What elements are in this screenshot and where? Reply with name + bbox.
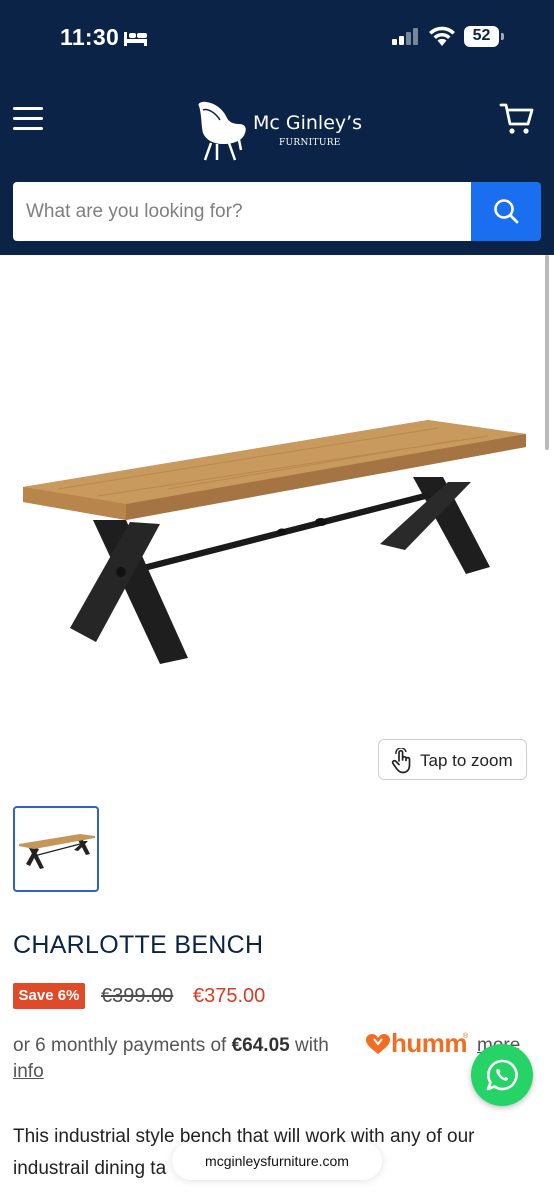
installments-with: with	[295, 1035, 329, 1056]
search-icon	[494, 199, 519, 224]
tap-to-zoom-button[interactable]: Tap to zoom	[378, 739, 527, 780]
logo-subtitle: FURNITURE	[279, 138, 341, 148]
more-info-link[interactable]: info	[13, 1061, 44, 1083]
status-time: 11:30	[60, 24, 120, 50]
search-button[interactable]	[471, 182, 541, 241]
chair-logo-icon	[198, 101, 246, 161]
menu-icon[interactable]	[13, 106, 43, 132]
cellular-signal-icon	[392, 28, 418, 45]
humm-trademark: ®	[463, 1033, 469, 1040]
battery-level: 52	[472, 27, 491, 44]
logo-name: Mc Ginley’s	[253, 112, 363, 134]
original-price: €399.00	[101, 985, 174, 1007]
touch-hand-icon	[391, 748, 411, 774]
installment-amount: €64.05	[231, 1035, 290, 1056]
whatsapp-chat-button[interactable]	[471, 1044, 533, 1106]
battery-icon: 52	[464, 26, 504, 47]
sale-price: €375.00	[193, 985, 266, 1007]
product-image[interactable]	[18, 392, 530, 672]
humm-heart-icon	[366, 1034, 390, 1054]
search-input[interactable]	[13, 182, 471, 241]
browser-url-bar[interactable]: mcginleysfurniture.com	[172, 1142, 382, 1180]
site-header: 11:30 52 Mc Ginley’s FURNITURE What are …	[0, 0, 554, 255]
product-thumbnail[interactable]	[13, 806, 99, 892]
bed-icon	[124, 32, 147, 46]
thumbnail-image	[19, 834, 95, 869]
browser-url: mcginleysfurniture.com	[205, 1153, 349, 1169]
humm-wordmark: humm	[391, 1028, 468, 1058]
whatsapp-icon	[486, 1059, 518, 1091]
cart-icon[interactable]	[499, 102, 535, 136]
tap-to-zoom-label: Tap to zoom	[420, 751, 513, 770]
page-scrollbar[interactable]	[545, 255, 549, 450]
installments-text: or 6 monthly payments of €64.05 with	[13, 1035, 329, 1057]
save-badge: Save 6%	[13, 983, 85, 1009]
status-bar: 11:30 52	[0, 0, 554, 76]
search-bar	[13, 182, 541, 241]
product-title: CHARLOTTE BENCH	[13, 931, 264, 959]
installments-prefix: or 6 monthly payments of	[13, 1035, 227, 1056]
wifi-icon	[429, 26, 455, 46]
site-logo[interactable]: Mc Ginley’s FURNITURE	[193, 100, 368, 164]
